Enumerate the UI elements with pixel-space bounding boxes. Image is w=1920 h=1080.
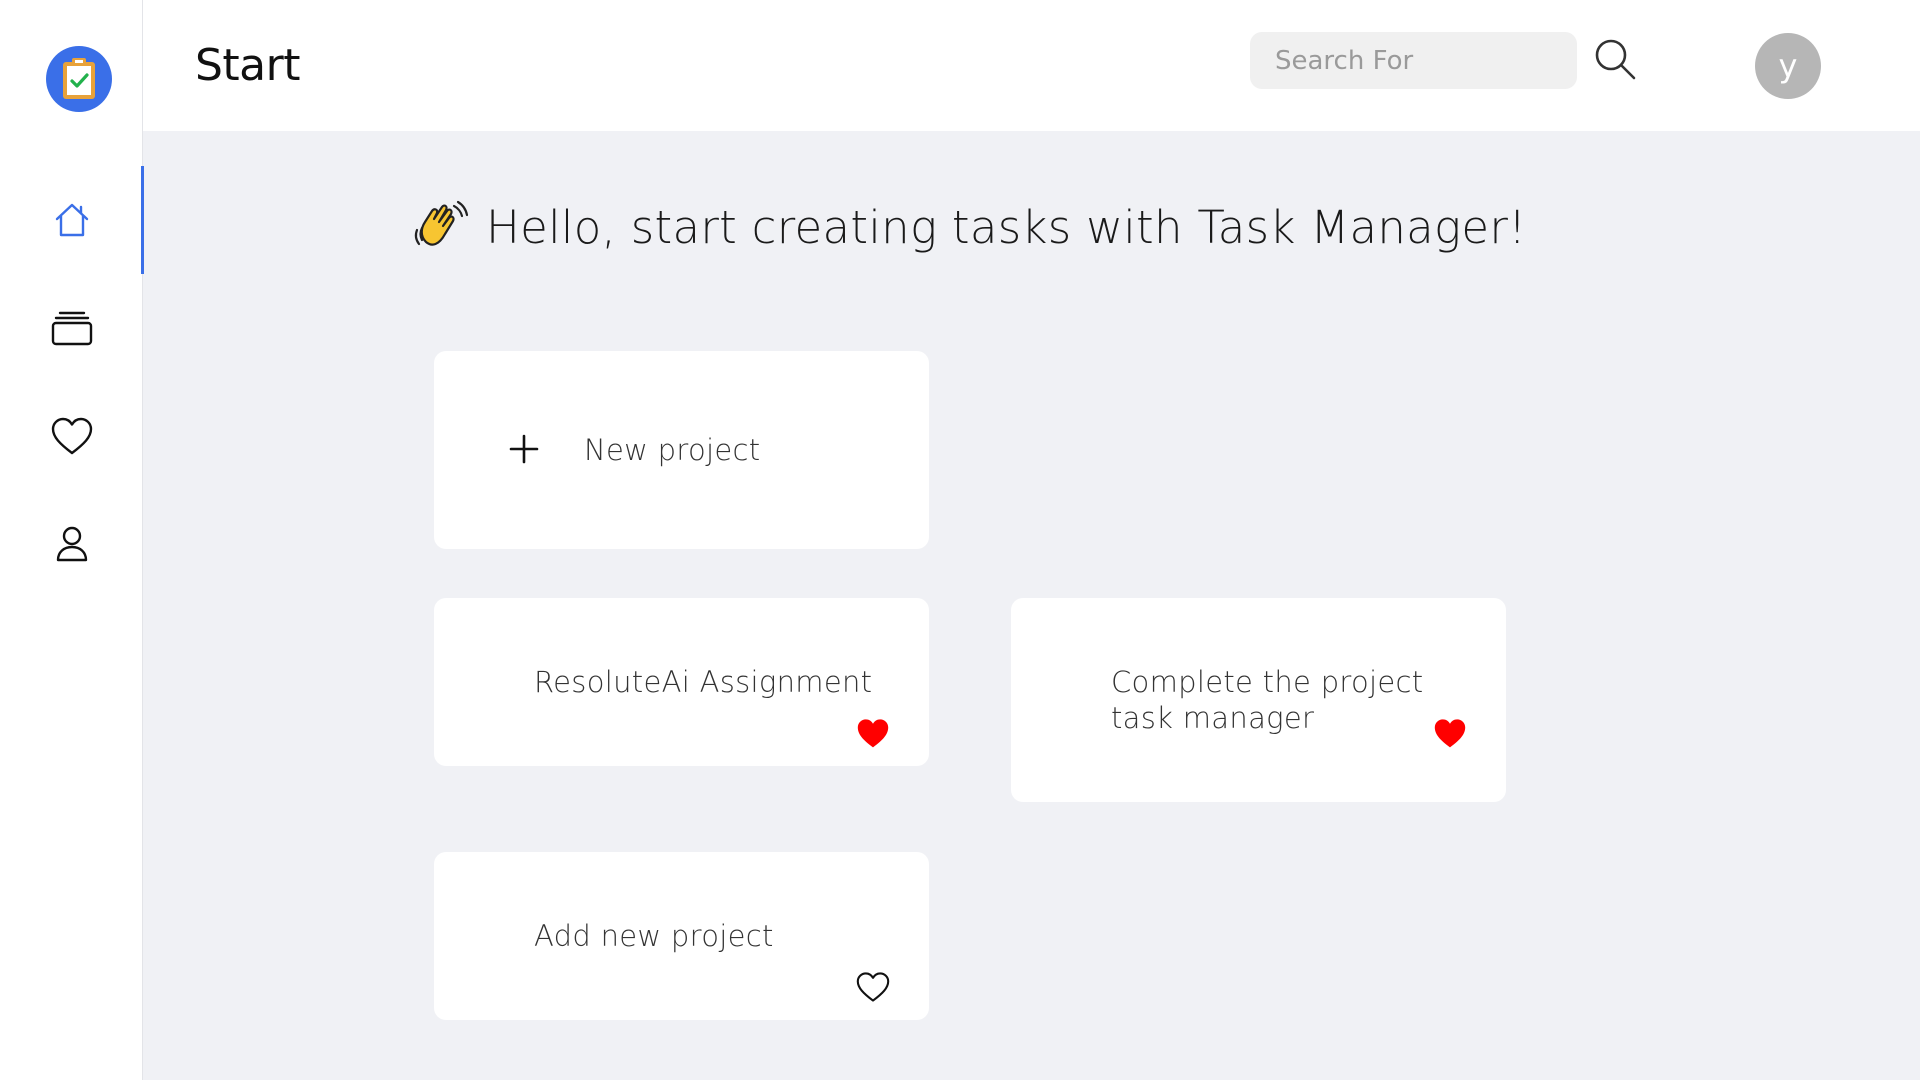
heart-icon [51, 417, 92, 455]
project-card[interactable]: Add new project [434, 852, 929, 1020]
sidebar-item-home[interactable] [0, 166, 144, 274]
new-project-label: New project [584, 433, 761, 467]
sidebar-item-profile[interactable] [0, 490, 143, 598]
favorite-toggle[interactable] [852, 966, 894, 1008]
sidebar [0, 0, 144, 1080]
favorite-toggle[interactable] [1429, 712, 1471, 754]
favorite-toggle[interactable] [852, 712, 894, 754]
avatar[interactable]: y [1755, 33, 1821, 99]
page-title: Start [195, 40, 301, 91]
search-input[interactable] [1250, 32, 1577, 89]
heart-outline-icon [856, 972, 890, 1002]
project-card[interactable]: ResoluteAi Assignment [434, 598, 929, 766]
sidebar-item-favorites[interactable] [0, 382, 143, 490]
project-title: ResoluteAi Assignment [534, 665, 873, 699]
stack-icon [51, 311, 92, 346]
heart-filled-icon [857, 719, 889, 748]
new-project-card[interactable]: New project [434, 351, 929, 549]
clipboard-check-icon [63, 58, 95, 99]
top-header: Start y [143, 0, 1920, 131]
sidebar-item-projects[interactable] [0, 274, 143, 382]
search-icon [1595, 39, 1636, 80]
greeting: Hello, start creating tasks with Task Ma… [412, 198, 1526, 256]
home-icon [55, 203, 88, 237]
user-icon [56, 526, 87, 562]
project-title: Add new project [534, 919, 774, 953]
project-card[interactable]: Complete the project task manager [1011, 598, 1506, 802]
project-title: Complete the project task manager [1111, 665, 1424, 735]
search-button[interactable] [1589, 33, 1641, 85]
app-logo[interactable] [46, 46, 112, 112]
plus-icon [509, 434, 539, 464]
waving-hand-icon [414, 200, 469, 246]
greeting-text: Hello, start creating tasks with Task Ma… [486, 200, 1527, 254]
heart-filled-icon [1434, 719, 1466, 748]
